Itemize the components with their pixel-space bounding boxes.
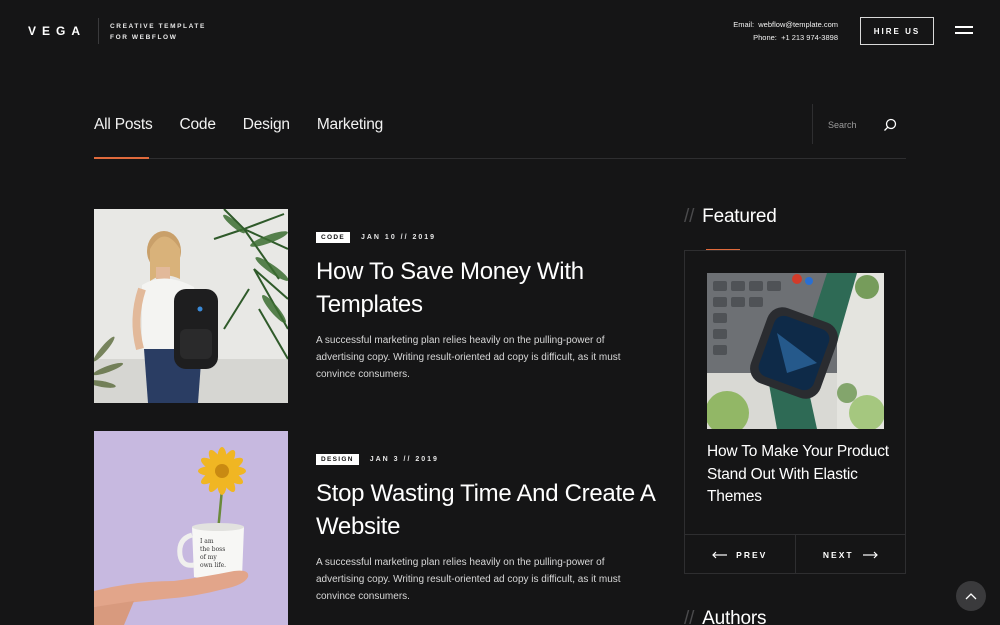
arrow-left-icon — [712, 551, 728, 558]
heading-slashes: // — [684, 608, 695, 625]
header-divider — [98, 18, 99, 44]
heading-slashes: // — [684, 206, 695, 227]
featured-nav: PREV NEXT — [685, 534, 905, 574]
post-body: DESIGN JAN 3 // 2019 Stop Wasting Time A… — [316, 431, 656, 605]
post-body: CODE JAN 10 // 2019 How To Save Money Wi… — [316, 209, 656, 383]
featured-card: How To Make Your Product Stand Out With … — [684, 250, 906, 574]
post-excerpt: A successful marketing plan relies heavi… — [316, 557, 621, 602]
chevron-up-icon — [965, 593, 977, 600]
site-tagline: CREATIVE TEMPLATE FOR WEBFLOW — [110, 21, 206, 43]
svg-text:of my: of my — [200, 554, 217, 561]
prev-label: PREV — [736, 549, 768, 560]
hire-us-button[interactable]: HIRE US — [860, 17, 934, 45]
post-meta: CODE JAN 10 // 2019 — [316, 232, 656, 243]
authors-heading: // Authors — [684, 608, 766, 625]
scroll-top-button[interactable] — [956, 581, 986, 611]
email-label: Email: — [733, 20, 755, 29]
featured-heading: // Featured — [684, 206, 777, 228]
search-divider — [812, 104, 813, 144]
contact-phone: Phone: +1 213 974-3898 — [733, 31, 838, 44]
contact-info: Email: webflow@template.com Phone: +1 21… — [733, 18, 838, 44]
prev-button[interactable]: PREV — [685, 535, 796, 574]
contact-email: Email: webflow@template.com — [733, 18, 838, 31]
email-link[interactable]: webflow@template.com — [758, 20, 838, 29]
post-excerpt: A successful marketing plan relies heavi… — [316, 335, 621, 380]
site-header: VEGA CREATIVE TEMPLATE FOR WEBFLOW Email… — [0, 0, 1000, 62]
next-button[interactable]: NEXT — [796, 535, 906, 574]
category-tabs: All Posts Code Design Marketing — [94, 116, 410, 134]
post-image[interactable]: I am the boss of my own life. — [94, 431, 288, 625]
tab-design[interactable]: Design — [243, 116, 290, 134]
featured-heading-text: Featured — [702, 206, 777, 227]
tab-marketing[interactable]: Marketing — [317, 116, 383, 134]
search-icon[interactable] — [882, 117, 898, 133]
featured-title[interactable]: How To Make Your Product Stand Out With … — [707, 441, 892, 509]
post-image[interactable] — [94, 209, 288, 403]
post-meta: DESIGN JAN 3 // 2019 — [316, 454, 656, 465]
post-date: JAN 10 // 2019 — [360, 234, 437, 241]
category-badge[interactable]: CODE — [316, 232, 350, 243]
tab-code[interactable]: Code — [180, 116, 216, 134]
svg-text:the boss: the boss — [200, 546, 225, 553]
hamburger-icon[interactable] — [955, 26, 973, 34]
svg-text:own life.: own life. — [200, 562, 226, 569]
site-logo[interactable]: VEGA — [28, 24, 86, 38]
tabs-divider — [94, 158, 906, 159]
tagline-line-1: CREATIVE TEMPLATE — [110, 23, 206, 30]
next-label: NEXT — [822, 549, 854, 560]
post-title[interactable]: Stop Wasting Time And Create A Website — [316, 477, 656, 543]
phone-link[interactable]: +1 213 974-3898 — [781, 33, 838, 42]
post-title[interactable]: How To Save Money With Templates — [316, 255, 656, 321]
svg-text:I am: I am — [200, 538, 214, 545]
tab-all-posts[interactable]: All Posts — [94, 116, 153, 134]
featured-image[interactable] — [707, 273, 884, 429]
category-badge[interactable]: DESIGN — [316, 454, 359, 465]
arrow-right-icon — [862, 551, 878, 558]
tagline-line-2: FOR WEBFLOW — [110, 34, 178, 41]
search-input[interactable] — [828, 116, 878, 134]
authors-heading-text: Authors — [702, 608, 767, 625]
phone-label: Phone: — [753, 33, 777, 42]
active-tab-indicator — [94, 157, 149, 159]
post-date: JAN 3 // 2019 — [369, 456, 439, 463]
